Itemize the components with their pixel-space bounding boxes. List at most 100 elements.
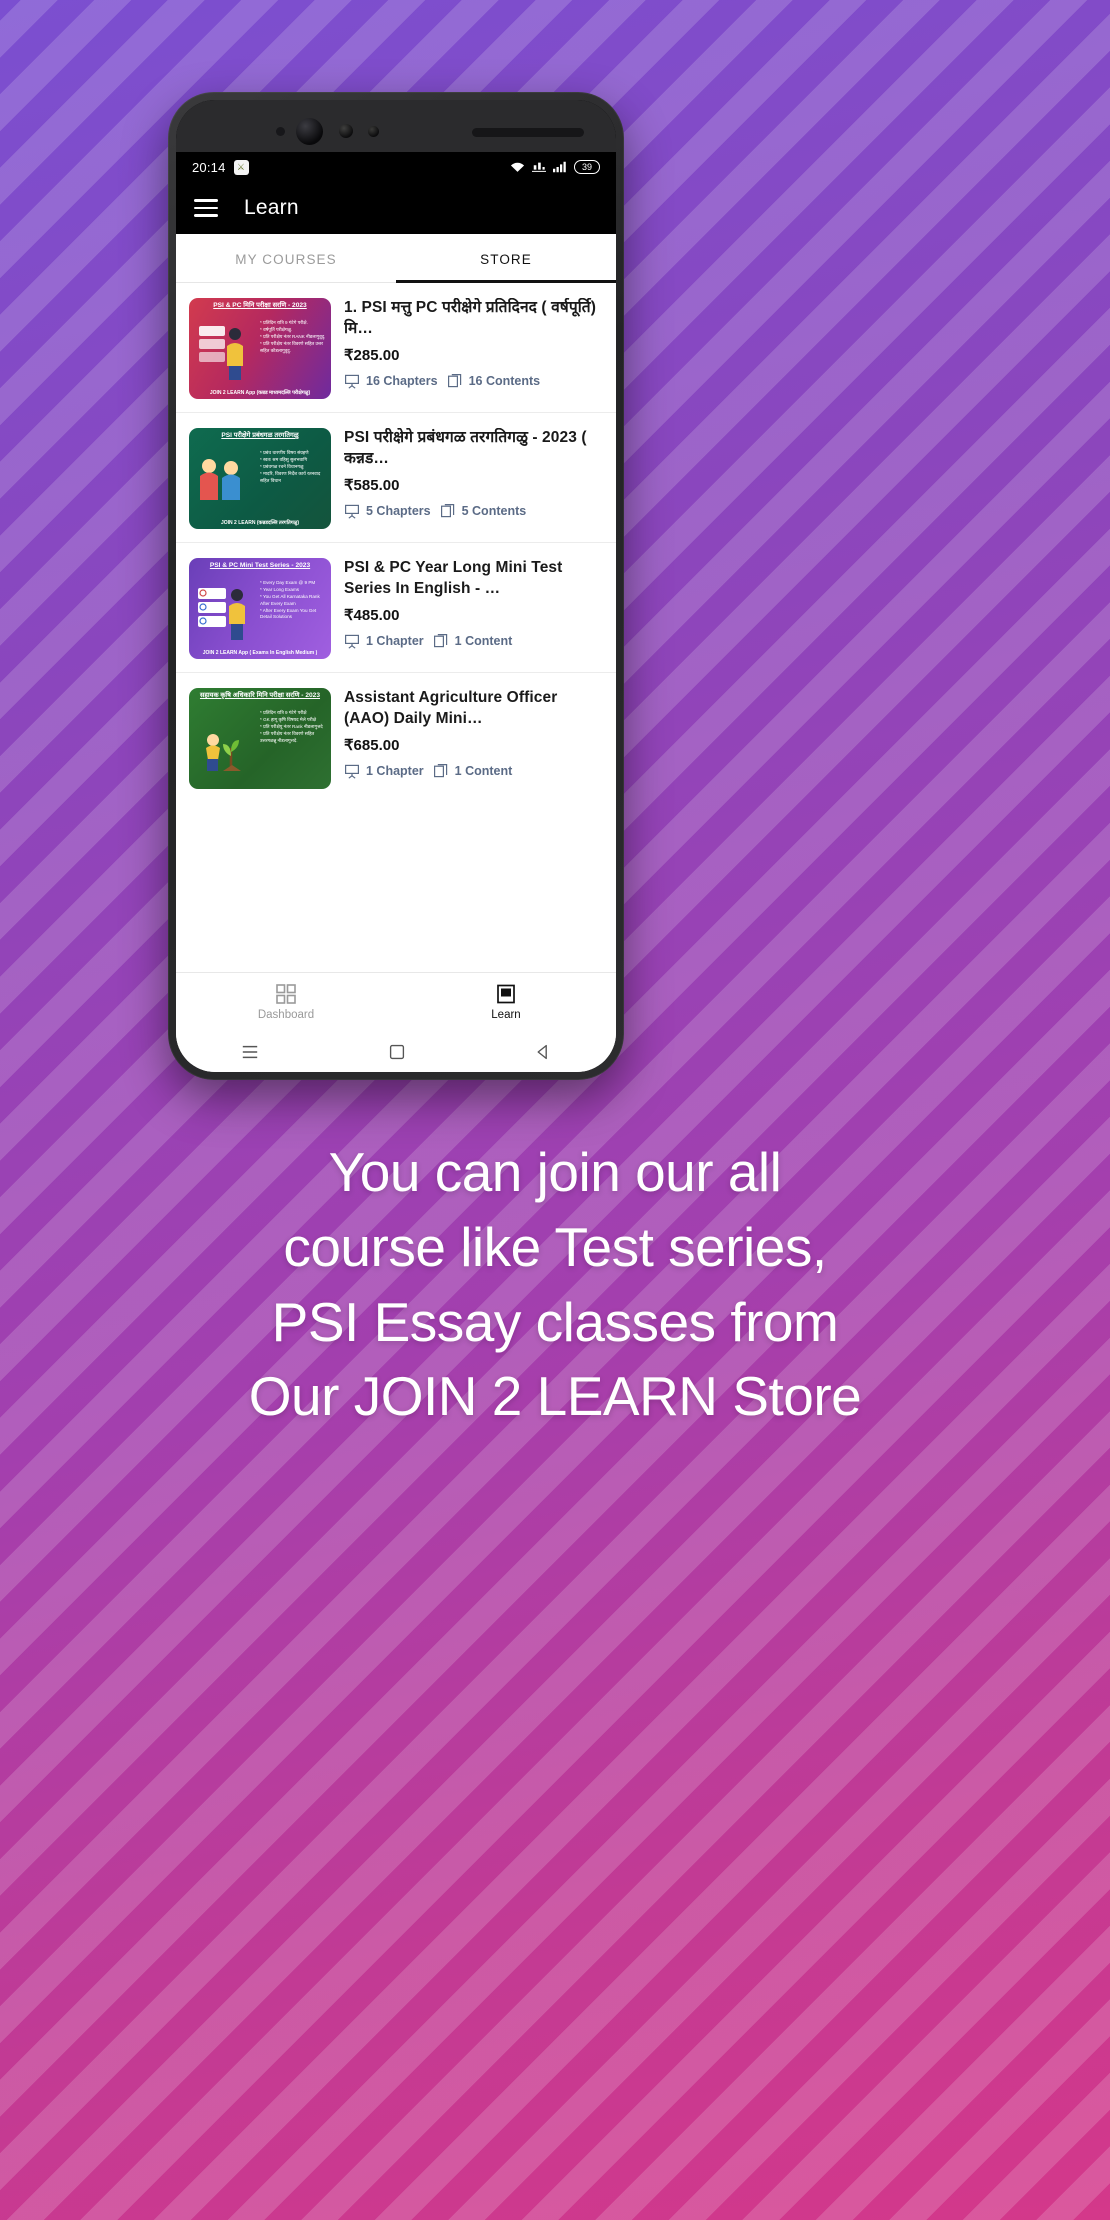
- illustration-icon: [199, 326, 243, 380]
- course-price: ₹685.00: [344, 737, 400, 755]
- course-thumbnail: सहायक कृषि अधिकारि मिनि परीक्षा सरणि - 2…: [189, 688, 331, 789]
- thumb-title: PSI परीक्षेगे प्रबंधगळ तरगतिगळु: [221, 432, 299, 439]
- caption-line-4: Our JOIN 2 LEARN Store: [248, 1365, 862, 1428]
- course-chapters-label: 1 Chapter: [366, 764, 424, 779]
- illustration-icon: [206, 734, 241, 771]
- course-contents: 16 Contents: [447, 373, 541, 389]
- course-price: ₹285.00: [344, 347, 400, 365]
- course-chapters-label: 5 Chapters: [366, 504, 431, 519]
- caption-line-3: PSI Essay classes from: [271, 1290, 839, 1353]
- course-list-item[interactable]: PSI & PC Mini Test Series - 2023 * Every…: [176, 543, 616, 673]
- phone-mockup: 20:14 ⚔ 39 Learn MY COURSES STORE PSI & …: [168, 92, 624, 1080]
- thumb-footer: JOIN 2 LEARN App ( Exams In English Medi…: [202, 649, 318, 656]
- caption-line-2: course like Test series,: [283, 1215, 827, 1278]
- course-chapters: 1 Chapter: [344, 633, 424, 649]
- course-stats-row: 1 Chapter 1 Content: [344, 633, 603, 649]
- ir-sensor-icon: [276, 127, 285, 136]
- india-emblem-icon: ⚔: [233, 159, 249, 175]
- course-price: ₹585.00: [344, 477, 400, 495]
- thumb-title: सहायक कृषि अधिकारि मिनि परीक्षा सरणि - 2…: [199, 692, 321, 699]
- thumb-footer: JOIN 2 LEARN App (कन्नड माध्यमदल्लि परीक…: [209, 389, 311, 396]
- thumb-bullets: * Every Day Exam @ 9 PM * Year Long Exam…: [260, 580, 320, 620]
- course-list-item[interactable]: PSI & PC मिनि परीक्षा सरणि - 2023 * प्रत…: [176, 283, 616, 413]
- light-sensor-icon: [368, 126, 379, 137]
- earpiece-speaker: [472, 128, 584, 137]
- hamburger-menu-icon[interactable]: [194, 199, 218, 217]
- course-title: PSI परीक्षेगे प्रबंधगळ तरगतिगळु - 2023 (…: [344, 429, 587, 467]
- thumb-bullets: * प्रतिदिन रात्रि 9 गंटेगे परीक्षे * GK …: [260, 710, 323, 743]
- course-info: 1. PSI मत्तु PC परीक्षेगे प्रतिदिनद ( वर…: [344, 298, 603, 389]
- course-stats-row: 5 Chapters 5 Contents: [344, 503, 603, 519]
- course-contents-label: 16 Contents: [468, 374, 541, 389]
- promo-caption: You can join our all course like Test se…: [0, 1135, 1110, 1434]
- app-bar: Learn: [176, 182, 616, 234]
- thumb-bullets: * प्रबंध धारणीय विषय संग्रहणे * स्वतः श्…: [260, 450, 321, 483]
- course-contents-label: 1 Content: [454, 764, 513, 779]
- course-contents: 1 Content: [433, 763, 513, 779]
- illustration-icon: [198, 588, 245, 640]
- nav-item-learn[interactable]: Learn: [396, 984, 616, 1021]
- course-chapters: 1 Chapter: [344, 763, 424, 779]
- caption-line-1: You can join our all: [328, 1141, 782, 1203]
- status-time: 20:14: [192, 159, 226, 175]
- course-contents: 5 Contents: [440, 503, 527, 519]
- tab-bar: MY COURSES STORE: [176, 234, 616, 283]
- system-navigation-bar: [176, 1032, 616, 1072]
- course-thumbnail: PSI परीक्षेगे प्रबंधगळ तरगतिगळु * प्रबंध…: [189, 428, 331, 529]
- front-camera-icon: [296, 118, 323, 145]
- tab-my-courses[interactable]: MY COURSES: [176, 234, 396, 282]
- course-info: PSI परीक्षेगे प्रबंधगळ तरगतिगळु - 2023 (…: [344, 428, 603, 519]
- thumb-title: PSI & PC Mini Test Series - 2023: [209, 562, 311, 569]
- course-list-item[interactable]: सहायक कृषि अधिकारि मिनि परीक्षा सरणि - 2…: [176, 673, 616, 802]
- course-price: ₹485.00: [344, 607, 400, 625]
- course-title: 1. PSI मत्तु PC परीक्षेगे प्रतिदिनद ( वर…: [344, 299, 596, 337]
- course-contents-label: 5 Contents: [461, 504, 527, 519]
- chapters-icon: [345, 765, 359, 779]
- thumb-title: PSI & PC मिनि परीक्षा सरणि - 2023: [213, 302, 307, 309]
- bottom-navigation: Dashboard Learn: [176, 972, 616, 1032]
- chapters-icon: [345, 375, 359, 389]
- chapters-icon: [345, 635, 359, 649]
- course-contents: 1 Content: [433, 633, 512, 649]
- course-chapters: 5 Chapters: [344, 503, 431, 519]
- grid-dashboard-icon: [276, 984, 296, 1004]
- course-thumbnail: PSI & PC Mini Test Series - 2023 * Every…: [189, 558, 331, 659]
- course-list[interactable]: PSI & PC मिनि परीक्षा सरणि - 2023 * प्रत…: [176, 283, 616, 972]
- course-chapters-label: 16 Chapters: [366, 374, 438, 389]
- course-chapters: 16 Chapters: [344, 373, 438, 389]
- proximity-sensor-icon: [339, 124, 353, 138]
- nav-item-label: Learn: [491, 1009, 521, 1021]
- nav-item-label: Dashboard: [257, 1009, 315, 1021]
- contents-icon: [433, 764, 447, 778]
- illustration-icon: [200, 459, 240, 500]
- course-stats-row: 1 Chapter 1 Content: [344, 763, 603, 779]
- course-stats-row: 16 Chapters 16 Contents: [344, 373, 603, 389]
- contents-icon: [447, 374, 461, 388]
- phone-screen-frame: 20:14 ⚔ 39 Learn MY COURSES STORE PSI & …: [176, 100, 616, 1072]
- page-title: Learn: [244, 196, 299, 219]
- course-chapters-label: 1 Chapter: [366, 634, 424, 649]
- course-list-item[interactable]: PSI परीक्षेगे प्रबंधगळ तरगतिगळु * प्रबंध…: [176, 413, 616, 543]
- course-title: Assistant Agriculture Officer (AAO) Dail…: [344, 689, 558, 727]
- recents-icon[interactable]: [241, 1043, 259, 1061]
- course-title: PSI & PC Year Long Mini Test Series In E…: [344, 559, 563, 597]
- tab-store[interactable]: STORE: [396, 234, 616, 283]
- status-bar-right: 39: [510, 160, 600, 174]
- battery-indicator: 39: [574, 160, 600, 174]
- course-thumbnail: PSI & PC मिनि परीक्षा सरणि - 2023 * प्रत…: [189, 298, 331, 399]
- course-info: Assistant Agriculture Officer (AAO) Dail…: [344, 688, 603, 779]
- home-square-icon[interactable]: [389, 1044, 405, 1060]
- chapters-icon: [345, 505, 359, 519]
- back-triangle-icon[interactable]: [535, 1044, 551, 1060]
- signal-bars-icon: [553, 161, 566, 173]
- course-info: PSI & PC Year Long Mini Test Series In E…: [344, 558, 603, 649]
- status-bar-left: 20:14 ⚔: [192, 159, 249, 175]
- mobile-data-icon: [532, 162, 546, 172]
- contents-icon: [440, 504, 454, 518]
- nav-item-dashboard[interactable]: Dashboard: [176, 984, 396, 1021]
- book-learn-icon: [497, 984, 515, 1004]
- thumb-footer: JOIN 2 LEARN (कन्नडदल्लि तरगतिगळु): [221, 519, 299, 526]
- wifi-icon: [510, 162, 525, 172]
- thumb-bullets: * प्रतिदिन रात्रि 9 गंटेगे परीक्षे. * वर…: [260, 320, 326, 353]
- phone-sensor-bar: [176, 100, 616, 152]
